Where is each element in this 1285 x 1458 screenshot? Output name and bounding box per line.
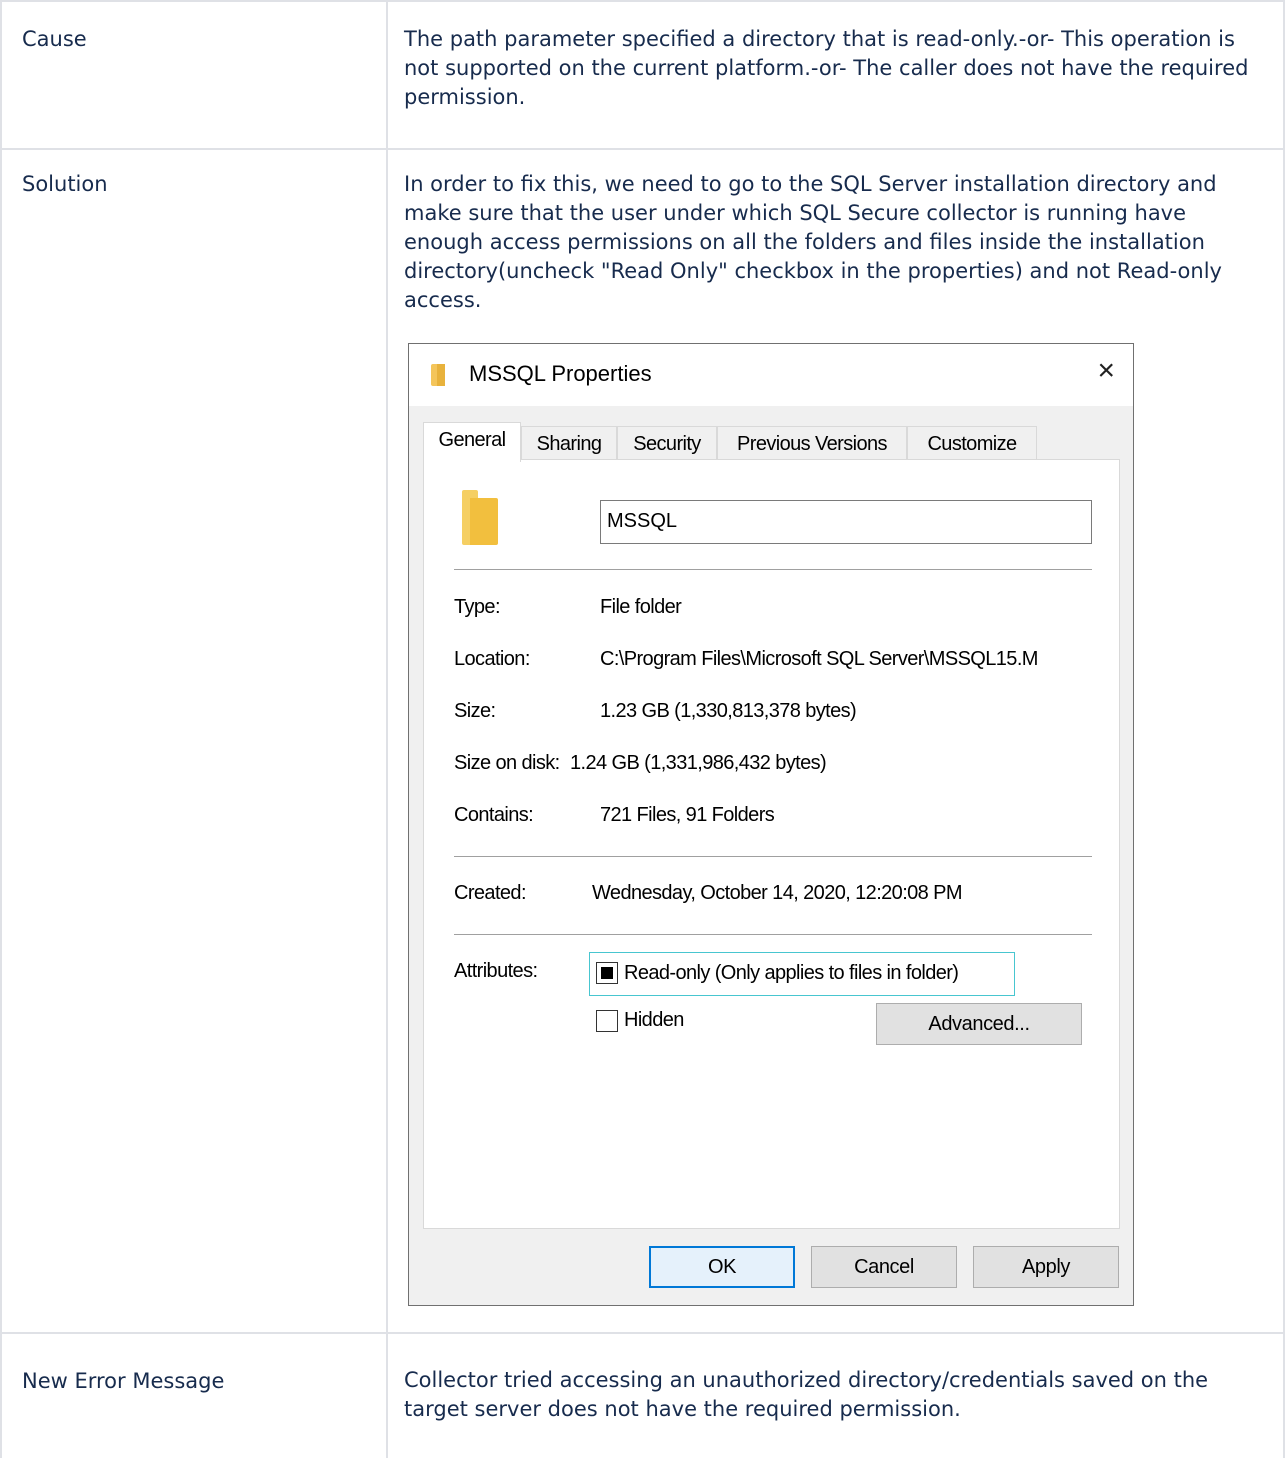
attributes-label: Attributes: [454,960,538,982]
readonly-label: Read-only (Only applies to files in fold… [624,962,959,984]
location-label: Location: [454,648,530,670]
location-value: C:\Program Files\Microsoft SQL Server\MS… [600,648,1038,670]
row-label-solution: Solution [22,172,108,196]
created-value: Wednesday, October 14, 2020, 12:20:08 PM [592,882,963,904]
advanced-button[interactable]: Advanced... [876,1003,1082,1045]
size-on-disk-label: Size on disk: [454,752,560,774]
type-value: File folder [600,596,682,618]
contains-value: 721 Files, 91 Folders [600,804,775,826]
size-label: Size: [454,700,496,722]
tab-customize[interactable]: Customize [907,426,1037,460]
size-value: 1.23 GB (1,330,813,378 bytes) [600,700,857,722]
row-value-new-error-message: Collector tried accessing an unauthorize… [404,1368,1209,1421]
table-row-new-error-message: New Error Message Collector tried access… [0,1334,1285,1458]
tab-previous-versions[interactable]: Previous Versions [717,426,907,460]
row-label-cause: Cause [22,27,87,51]
readonly-checkbox[interactable] [596,962,618,984]
row-value-solution: In order to fix this, we need to go to t… [404,172,1222,312]
folder-name-field[interactable]: MSSQL [600,500,1092,544]
tab-sharing[interactable]: Sharing [521,426,617,460]
type-label: Type: [454,596,501,618]
tab-security[interactable]: Security [617,426,717,460]
table-row-cause: Cause The path parameter specified a dir… [0,0,1285,150]
size-on-disk-value: 1.24 GB (1,331,986,432 bytes) [570,752,827,774]
row-value-cause: The path parameter specified a directory… [404,27,1249,109]
cancel-button[interactable]: Cancel [811,1246,957,1288]
hidden-label: Hidden [624,1009,684,1031]
tab-general[interactable]: General [423,422,521,462]
dialog-titlebar: MSSQL Properties × [409,344,1133,406]
divider [454,569,1092,570]
hidden-checkbox[interactable] [596,1010,618,1032]
apply-button[interactable]: Apply [973,1246,1119,1288]
folder-icon [462,490,498,545]
indeterminate-mark [601,967,613,979]
folder-icon [431,364,445,386]
general-tab-panel: MSSQL Type: File folder Location: C:\Pro… [423,459,1120,1229]
mssql-properties-dialog: MSSQL Properties × General Sharing Secur… [408,343,1134,1306]
dialog-title: MSSQL Properties [469,361,652,386]
contains-label: Contains: [454,804,534,826]
divider [454,934,1092,935]
divider [454,856,1092,857]
row-label-new-error-message: New Error Message [22,1369,225,1393]
created-label: Created: [454,882,527,904]
ok-button[interactable]: OK [649,1246,795,1288]
close-icon[interactable]: × [1097,356,1115,386]
